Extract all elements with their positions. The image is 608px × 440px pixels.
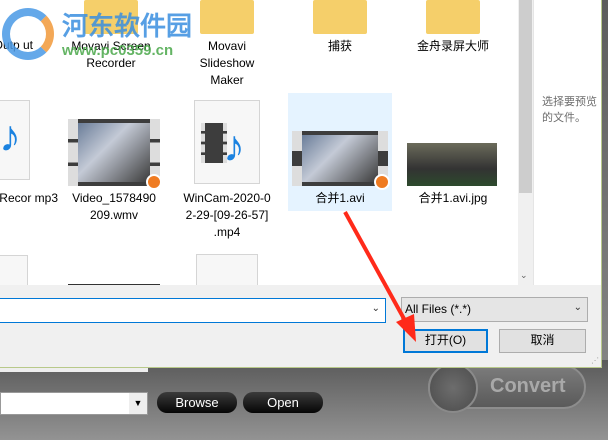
annotation-arrow (343, 211, 416, 342)
arrow-shaft (343, 211, 410, 327)
arrow-head (396, 314, 416, 342)
